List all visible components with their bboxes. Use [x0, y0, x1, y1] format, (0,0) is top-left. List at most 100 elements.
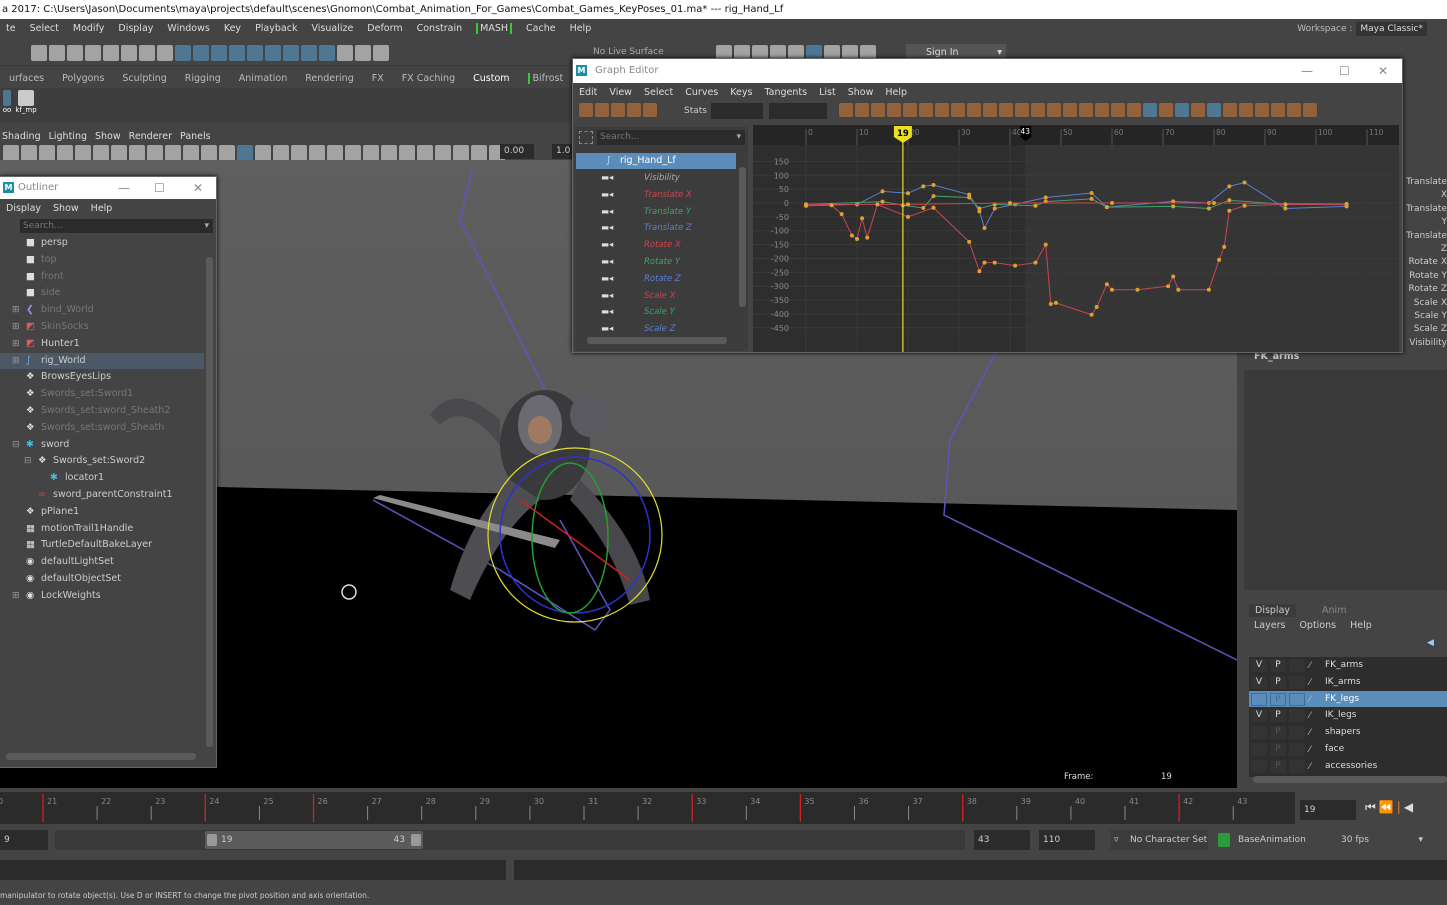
graph-tool-icon[interactable]: [887, 103, 901, 117]
viewport-tool-icon[interactable]: [3, 145, 19, 161]
graph-channel-row[interactable]: ▬◂ Translate Z: [576, 220, 736, 237]
viewport-tool-icon[interactable]: [111, 145, 127, 161]
viewport-tool-icon[interactable]: [39, 145, 55, 161]
graph-channel-row[interactable]: ▬◂ Visibility: [576, 170, 736, 187]
keyframe[interactable]: [1094, 305, 1099, 310]
go-to-start-icon[interactable]: ⏮: [1365, 800, 1379, 814]
current-time-field[interactable]: 19: [1300, 800, 1356, 820]
keyframe[interactable]: [1344, 202, 1349, 207]
outliner-menu-show[interactable]: Show: [53, 203, 79, 214]
graph-menu-list[interactable]: List: [819, 87, 836, 98]
graph-tool-icon[interactable]: [627, 103, 641, 117]
range-start-handle[interactable]: [207, 834, 217, 846]
playback-toggle[interactable]: P: [1270, 759, 1286, 773]
outliner-item[interactable]: ⊞ ◩ SkinSocks: [0, 319, 204, 336]
workspace-selector[interactable]: Workspace : Maya Classic*: [1297, 22, 1427, 36]
viewport-tool-icon[interactable]: [435, 145, 451, 161]
graph-channel-row[interactable]: ▬◂ Scale X: [576, 288, 736, 305]
keyframe[interactable]: [875, 202, 880, 207]
keyframe[interactable]: [1227, 184, 1232, 189]
tool-icon[interactable]: [301, 45, 317, 61]
visibility-toggle[interactable]: [1251, 759, 1267, 773]
menu-key[interactable]: Key: [224, 23, 241, 34]
shelf-tab-sculpting[interactable]: Sculpting: [122, 73, 166, 84]
graph-tool-icon[interactable]: [1303, 103, 1317, 117]
tool-icon[interactable]: [121, 45, 137, 61]
anim-layer-dropdown[interactable]: BaseAnimation: [1234, 830, 1314, 850]
step-back-key-icon[interactable]: ⏪: [1379, 800, 1397, 814]
horizontal-scrollbar[interactable]: [587, 337, 727, 344]
graph-tool-icon[interactable]: [1239, 103, 1253, 117]
graph-tool-icon[interactable]: [1143, 103, 1157, 117]
keyframe[interactable]: [1135, 287, 1140, 292]
keyframe[interactable]: [1089, 196, 1094, 201]
layer-color-icon[interactable]: ⁄: [1309, 742, 1311, 759]
graph-tool-icon[interactable]: [1175, 103, 1189, 117]
keyframe[interactable]: [1048, 301, 1053, 306]
keyframe[interactable]: [1013, 263, 1018, 268]
outliner-item[interactable]: ❖ BrowsEyesLips: [0, 369, 204, 386]
outliner-item[interactable]: ⊞ ∫ rig_World: [0, 352, 204, 370]
shelf-tab-bifrost[interactable]: Bifrost: [527, 72, 563, 84]
anim-layer-icon[interactable]: [1218, 833, 1230, 847]
expand-icon[interactable]: ⊞: [12, 588, 20, 605]
tool-icon[interactable]: [31, 45, 47, 61]
keyframe[interactable]: [931, 182, 936, 187]
viewport-tool-icon[interactable]: [237, 145, 253, 161]
tool-icon[interactable]: [175, 45, 191, 61]
playback-toggle[interactable]: P: [1270, 709, 1286, 723]
graph-tool-icon[interactable]: [951, 103, 965, 117]
keyframe[interactable]: [1053, 300, 1058, 305]
channel-label[interactable]: Scale Z: [1400, 323, 1447, 336]
graph-channel-row[interactable]: ▬◂ Scale Y: [576, 304, 736, 321]
keyframe[interactable]: [921, 205, 926, 210]
shelf-tab-animation[interactable]: Animation: [239, 73, 287, 84]
outliner-menu-display[interactable]: Display: [6, 203, 41, 214]
viewport-menu-show[interactable]: Show: [95, 131, 121, 142]
visibility-toggle[interactable]: [1251, 742, 1267, 756]
channel-label[interactable]: Scale X: [1400, 297, 1447, 310]
layer-row[interactable]: V P ⁄ IK_arms: [1249, 674, 1447, 691]
viewport-tool-icon[interactable]: [399, 145, 415, 161]
tool-icon[interactable]: [157, 45, 173, 61]
graph-tool-icon[interactable]: [1287, 103, 1301, 117]
outliner-item[interactable]: ❖ Swords_set:Sword1: [0, 386, 204, 403]
viewport-tool-icon[interactable]: [273, 145, 289, 161]
vertical-scrollbar[interactable]: [206, 257, 213, 747]
viewport-tool-icon[interactable]: [381, 145, 397, 161]
template-toggle[interactable]: [1289, 659, 1305, 672]
keyframe[interactable]: [865, 235, 870, 240]
layer-row[interactable]: V P ⁄ IK_legs: [1249, 707, 1447, 724]
keyframe[interactable]: [977, 206, 982, 211]
keyframe[interactable]: [1283, 202, 1288, 207]
tool-icon[interactable]: [49, 45, 65, 61]
workspace-value[interactable]: Maya Classic*: [1356, 22, 1427, 36]
layer-color-icon[interactable]: ⁄: [1309, 658, 1311, 675]
outliner-item[interactable]: ⊞ ❮ bind_World: [0, 302, 204, 319]
outliner-item[interactable]: ⊞ ◉ LockWeights: [0, 588, 204, 605]
expand-icon[interactable]: ⊞: [12, 336, 20, 353]
keyframe[interactable]: [906, 214, 910, 219]
keyframe[interactable]: [1110, 201, 1114, 205]
command-line-input[interactable]: [0, 860, 506, 880]
graph-tool-icon[interactable]: [1015, 103, 1029, 117]
viewport-tool-icon[interactable]: [363, 145, 379, 161]
template-toggle[interactable]: [1289, 742, 1305, 756]
graph-tool-icon[interactable]: [855, 103, 869, 117]
template-toggle[interactable]: [1289, 709, 1305, 723]
graph-channel-row[interactable]: ▬◂ Scale Z: [576, 321, 736, 338]
outliner-item[interactable]: ⊟ ✱ sword: [0, 437, 204, 454]
viewport-tool-icon[interactable]: [129, 145, 145, 161]
outliner-item[interactable]: ⊞ ◩ Hunter1: [0, 336, 204, 353]
start-time-field[interactable]: 9: [0, 830, 48, 850]
layer-menu-layers[interactable]: Layers: [1254, 620, 1285, 631]
graph-tool-icon[interactable]: [839, 103, 853, 117]
live-surface-field[interactable]: No Live Surface: [593, 47, 673, 57]
layer-color-icon[interactable]: ⁄: [1309, 725, 1311, 742]
viewport-tool-icon[interactable]: [147, 145, 163, 161]
outliner-item[interactable]: ◉ defaultLightSet: [0, 554, 204, 571]
keyframe[interactable]: [1008, 201, 1012, 205]
layer-row[interactable]: P ⁄ accessories: [1249, 758, 1447, 775]
keyframe[interactable]: [906, 202, 910, 207]
outliner-item[interactable]: ■ front: [0, 269, 204, 286]
